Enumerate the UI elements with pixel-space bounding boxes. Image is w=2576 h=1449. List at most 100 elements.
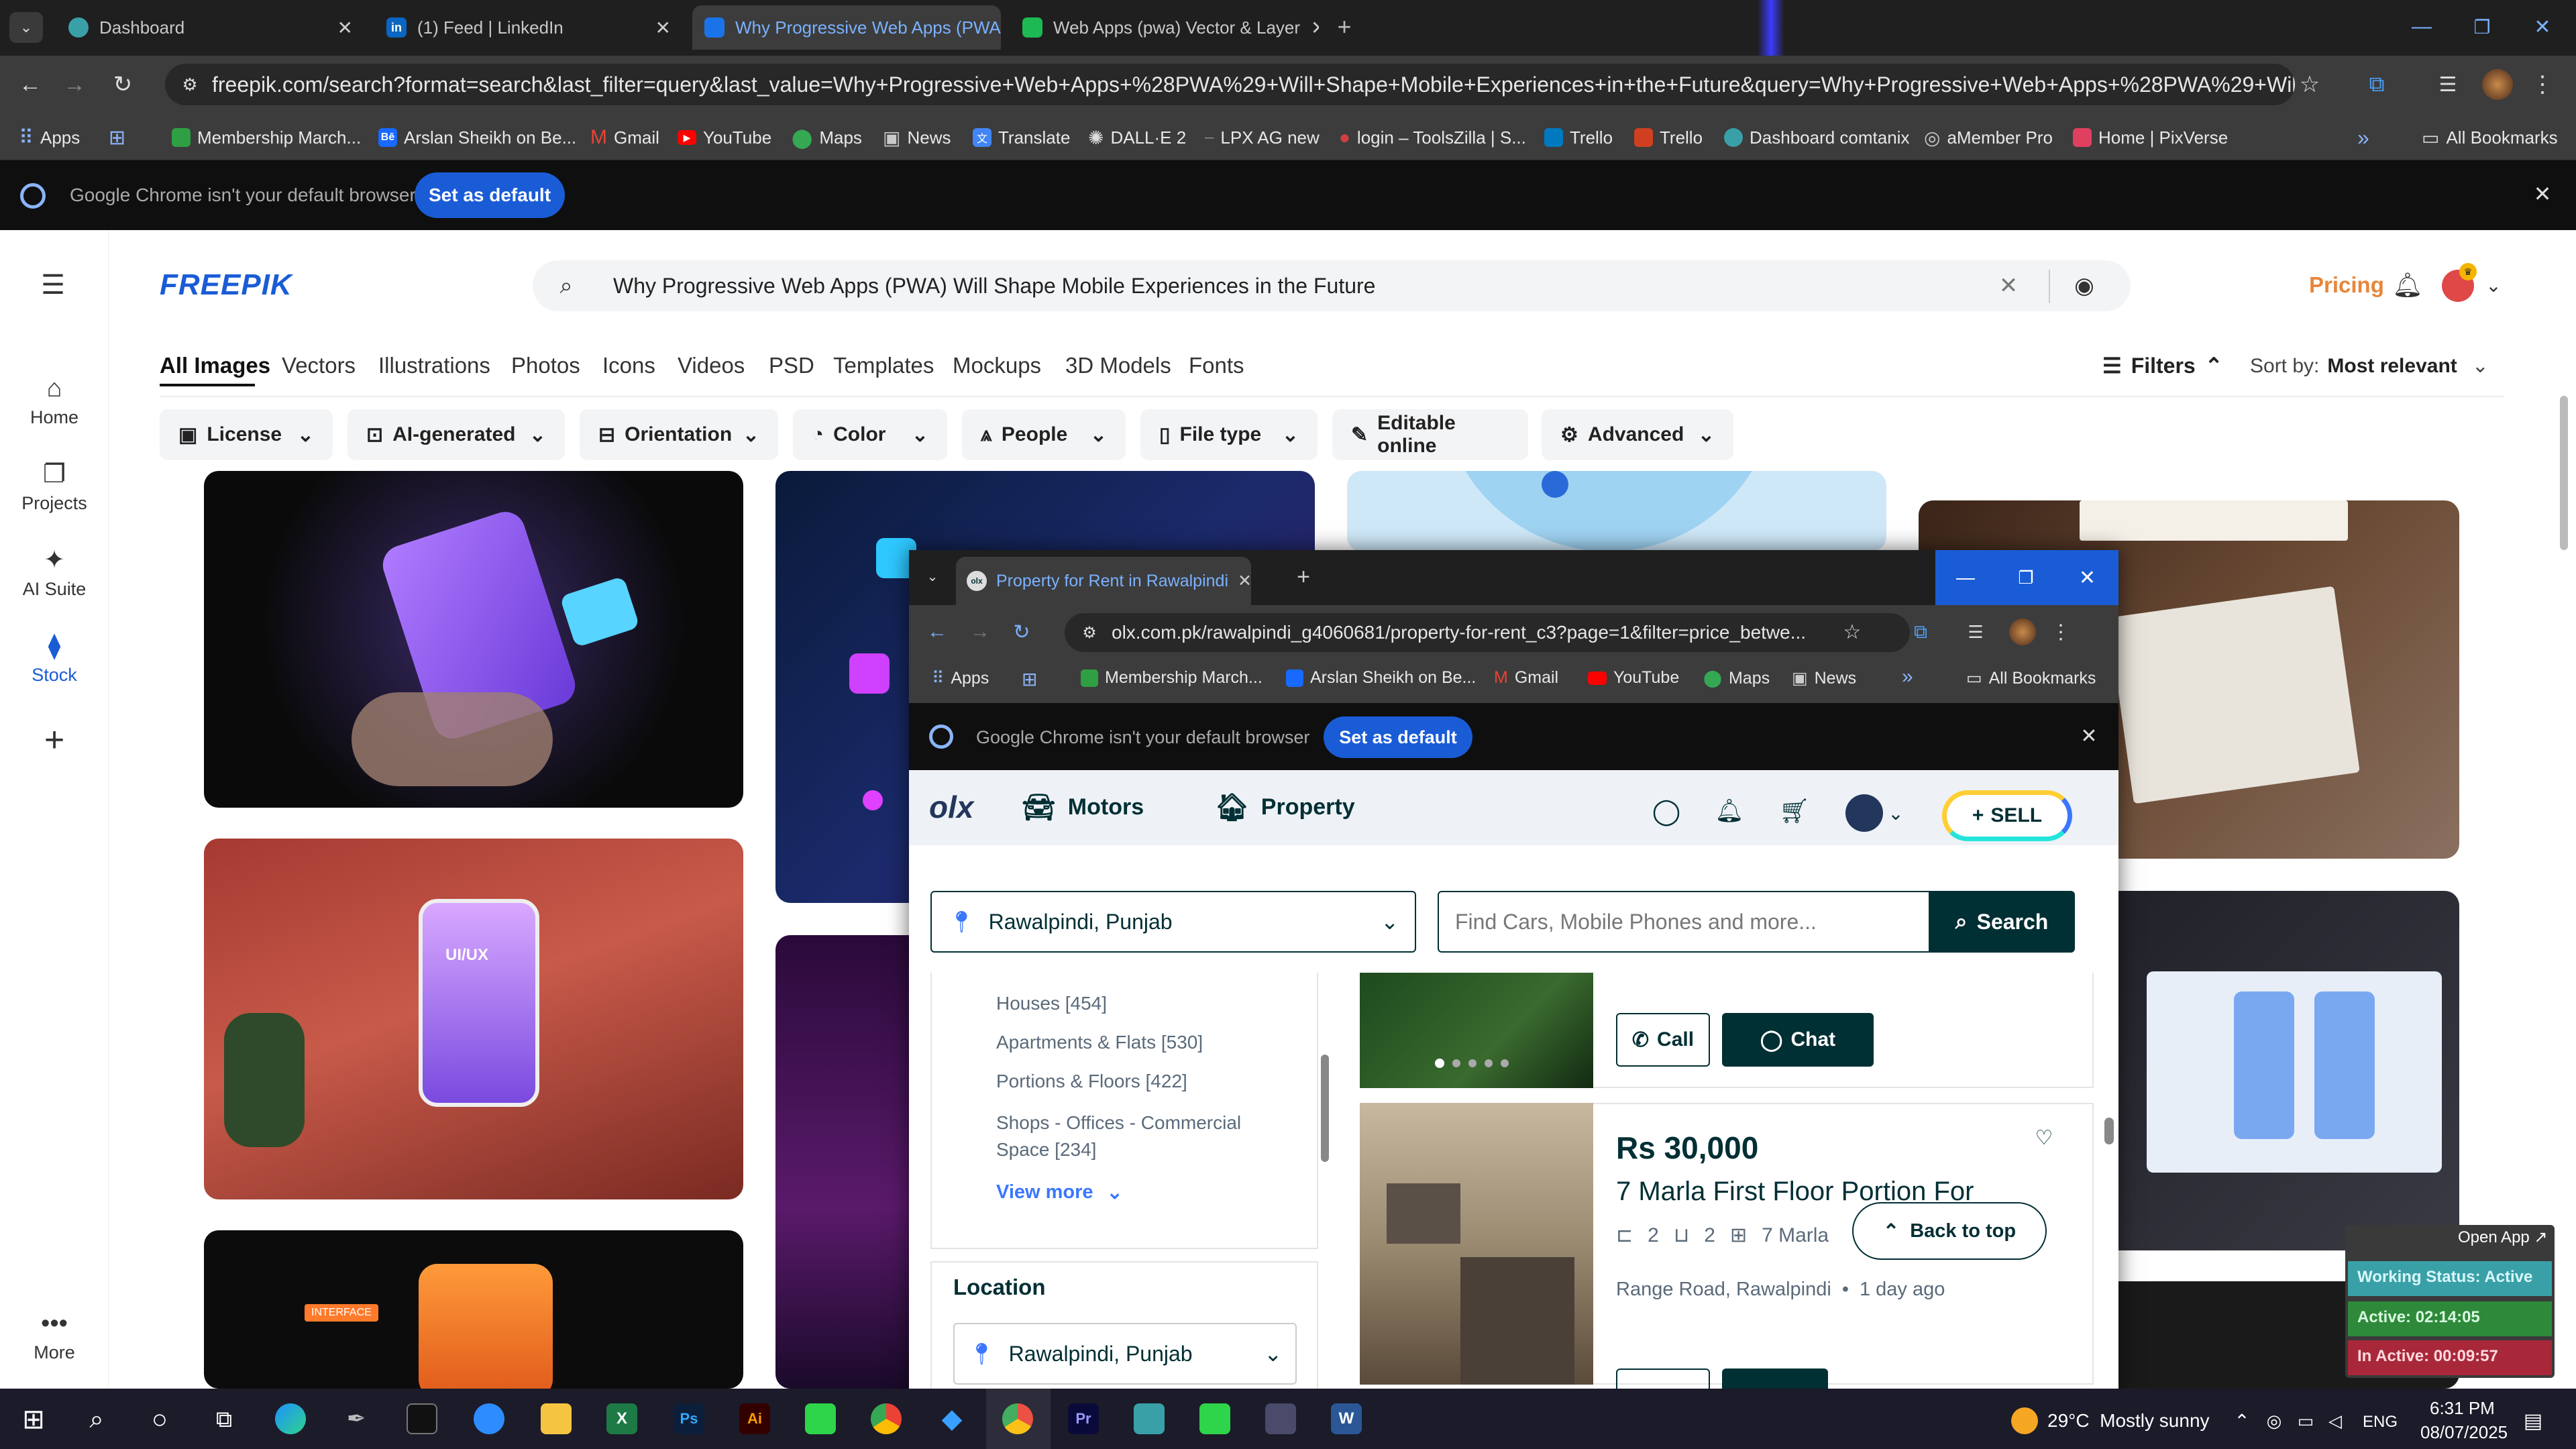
tab-dashboard[interactable]: Dashboard ✕ bbox=[56, 5, 365, 50]
meet-now-icon[interactable]: ◎ bbox=[2263, 1409, 2285, 1433]
calculator-app-icon[interactable] bbox=[1265, 1403, 1296, 1434]
minimize-button[interactable]: — bbox=[1935, 550, 1996, 605]
illustrator-app-icon[interactable]: Ai bbox=[739, 1403, 770, 1434]
page-scrollbar[interactable] bbox=[2560, 396, 2568, 550]
bookmark-apps[interactable]: ⠿ Apps bbox=[932, 668, 989, 688]
set-as-default-button[interactable]: Set as default bbox=[415, 172, 565, 218]
bookmark-toolszilla[interactable]: ● login – ToolsZilla | S... bbox=[1339, 122, 1526, 153]
chrome-app-icon[interactable] bbox=[871, 1403, 902, 1434]
clock-date[interactable]: 08/07/2025 bbox=[2420, 1422, 2508, 1443]
chevron-down-icon[interactable]: ⌄ bbox=[1886, 801, 1906, 825]
sidebar-item-stock[interactable]: ⧫ Stock bbox=[0, 633, 109, 686]
filter-license[interactable]: ▣ License ⌄ bbox=[160, 409, 333, 460]
vscode-app-icon[interactable]: ◆ bbox=[936, 1403, 967, 1434]
new-tab-button[interactable]: + bbox=[1330, 12, 1359, 42]
freepik-logo[interactable]: FREEPIK bbox=[160, 268, 292, 302]
sort-dropdown[interactable]: Sort by: Most relevant ⌄ bbox=[2250, 354, 2489, 378]
view-more-link[interactable]: View more ⌄ bbox=[996, 1181, 1123, 1204]
set-as-default-button[interactable]: Set as default bbox=[1324, 716, 1472, 758]
menu-kebab-icon[interactable]: ⋮ bbox=[2529, 69, 2556, 100]
cart-icon[interactable]: 🛒︎ bbox=[1777, 796, 1812, 826]
close-icon[interactable]: ✕ bbox=[2529, 180, 2556, 207]
volume-icon[interactable]: ◁ bbox=[2324, 1409, 2347, 1433]
tab-web-apps[interactable]: Web Apps (pwa) Vector & Layer ✕ bbox=[1010, 5, 1319, 50]
result-image-card[interactable]: INTERFACE bbox=[204, 1230, 743, 1389]
bookmark-star-icon[interactable]: ☆ bbox=[2294, 69, 2325, 100]
bookmark-pixverse[interactable]: Home | PixVerse bbox=[2073, 122, 2228, 153]
profile-avatar[interactable] bbox=[2009, 619, 2036, 645]
carousel-dot[interactable] bbox=[1501, 1059, 1509, 1067]
open-app-link[interactable]: Open App ↗ bbox=[2458, 1228, 2548, 1247]
bookmark-news[interactable]: ▣ News bbox=[1792, 668, 1856, 688]
close-icon[interactable]: ✕ bbox=[1238, 571, 1251, 591]
tab-icons[interactable]: Icons bbox=[602, 353, 655, 378]
tab-photos[interactable]: Photos bbox=[511, 353, 580, 378]
extension-icon[interactable]: ⧉ bbox=[2361, 69, 2392, 100]
excel-app-icon[interactable]: X bbox=[606, 1403, 637, 1434]
bookmark-maps[interactable]: ⬤ Maps bbox=[792, 122, 862, 153]
tab-videos[interactable]: Videos bbox=[678, 353, 745, 378]
listing-image[interactable] bbox=[1360, 1103, 1593, 1385]
notification-icon[interactable]: ▤ bbox=[2520, 1407, 2546, 1434]
premiere-app-icon[interactable]: Pr bbox=[1068, 1403, 1099, 1434]
media-control-icon[interactable]: ☰ bbox=[1962, 619, 1989, 645]
olx-logo[interactable]: olx bbox=[929, 789, 973, 825]
tab-fonts[interactable]: Fonts bbox=[1189, 353, 1244, 378]
all-bookmarks-button[interactable]: ▭ All Bookmarks bbox=[1966, 668, 2096, 688]
windows-start-icon[interactable]: ⊞ bbox=[17, 1403, 50, 1436]
bookmark-translate[interactable]: 文 Translate bbox=[973, 122, 1070, 153]
tab-illustrations[interactable]: Illustrations bbox=[378, 353, 490, 378]
maximize-button[interactable]: ❐ bbox=[1996, 550, 2056, 605]
url-field[interactable]: ⚙ olx.com.pk/rawalpindi_g4060681/propert… bbox=[1065, 613, 1910, 652]
hamburger-menu-icon[interactable]: ☰ bbox=[38, 270, 68, 300]
sidebar-item-ai-suite[interactable]: ✦ AI Suite bbox=[0, 547, 109, 600]
reload-icon[interactable]: ↻ bbox=[1007, 617, 1036, 647]
sidebar-item-home[interactable]: ⌂ Home bbox=[0, 375, 109, 428]
sell-button[interactable]: + SELL bbox=[1942, 790, 2072, 841]
result-image-card[interactable]: UI/UX bbox=[204, 839, 743, 1199]
clear-icon[interactable]: ✕ bbox=[1995, 272, 2022, 299]
filter-color[interactable]: ◔ Color ⌄ bbox=[793, 409, 947, 460]
language-indicator[interactable]: ENG bbox=[2363, 1413, 2398, 1432]
filter-ai-generated[interactable]: ⊡ AI-generated ⌄ bbox=[347, 409, 565, 460]
photoshop-app-icon[interactable]: Ps bbox=[674, 1403, 704, 1434]
listing-image[interactable] bbox=[1360, 973, 1593, 1088]
forward-icon[interactable]: → bbox=[59, 69, 90, 100]
bookmark-youtube[interactable]: ▶ YouTube bbox=[678, 122, 771, 153]
pricing-link[interactable]: Pricing bbox=[2309, 272, 2384, 298]
bookmark-trello-2[interactable]: Trello bbox=[1634, 122, 1703, 153]
bookmark-membership[interactable]: Membership March... bbox=[1081, 668, 1263, 688]
close-icon[interactable]: ✕ bbox=[337, 17, 353, 39]
tab-3d-models[interactable]: 3D Models bbox=[1065, 353, 1171, 378]
back-icon[interactable]: ← bbox=[922, 617, 952, 647]
zoom-app-icon[interactable] bbox=[474, 1403, 504, 1434]
back-icon[interactable]: ← bbox=[15, 69, 46, 100]
window-close-button[interactable]: ✕ bbox=[2522, 0, 2563, 54]
bookmark-gmail[interactable]: M Gmail bbox=[1494, 668, 1558, 688]
carousel-dot[interactable] bbox=[1468, 1059, 1477, 1067]
chat-button[interactable]: ◯ Chat bbox=[1722, 1013, 1874, 1067]
search-input[interactable]: Find Cars, Mobile Phones and more... bbox=[1438, 891, 1931, 953]
category-link[interactable]: Portions & Floors [422] bbox=[996, 1071, 1187, 1092]
minimize-button[interactable]: — bbox=[2402, 0, 2442, 54]
chevron-up-icon[interactable]: ⌃ bbox=[2231, 1409, 2253, 1433]
reload-icon[interactable]: ↻ bbox=[107, 69, 138, 100]
chat-icon[interactable]: ◯ bbox=[1651, 796, 1682, 826]
green-app-icon[interactable] bbox=[1199, 1403, 1230, 1434]
bookmark-behance[interactable]: Bē Arslan Sheikh on Be... bbox=[378, 122, 576, 153]
favorite-heart-icon[interactable]: ♡ bbox=[2031, 1124, 2057, 1151]
category-link[interactable]: Shops - Offices - Commercial Space [234] bbox=[996, 1110, 1278, 1163]
bookmark-amember[interactable]: ◎ aMember Pro bbox=[1924, 122, 2053, 153]
bookmark-comtanix[interactable]: Dashboard comtanix bbox=[1724, 122, 1909, 153]
site-info-icon[interactable]: ⚙ bbox=[1078, 621, 1101, 644]
tab-search-button[interactable]: ⌄ bbox=[9, 12, 43, 43]
tab-freepik-active[interactable]: Why Progressive Web Apps (PWA) ✕ bbox=[692, 5, 1001, 50]
green-app-icon[interactable] bbox=[805, 1403, 836, 1434]
sidebar-item-projects[interactable]: ❐ Projects bbox=[0, 461, 109, 514]
new-tab-button[interactable]: + bbox=[1290, 564, 1317, 590]
task-view-icon[interactable]: ⧉ bbox=[208, 1403, 240, 1436]
tab-linkedin[interactable]: in (1) Feed | LinkedIn ✕ bbox=[374, 5, 683, 50]
bookmark-trello-1[interactable]: Trello bbox=[1544, 122, 1613, 153]
filter-file-type[interactable]: ▯ File type ⌄ bbox=[1140, 409, 1318, 460]
bookmark-dalle[interactable]: ✺ DALL·E 2 bbox=[1088, 122, 1186, 153]
